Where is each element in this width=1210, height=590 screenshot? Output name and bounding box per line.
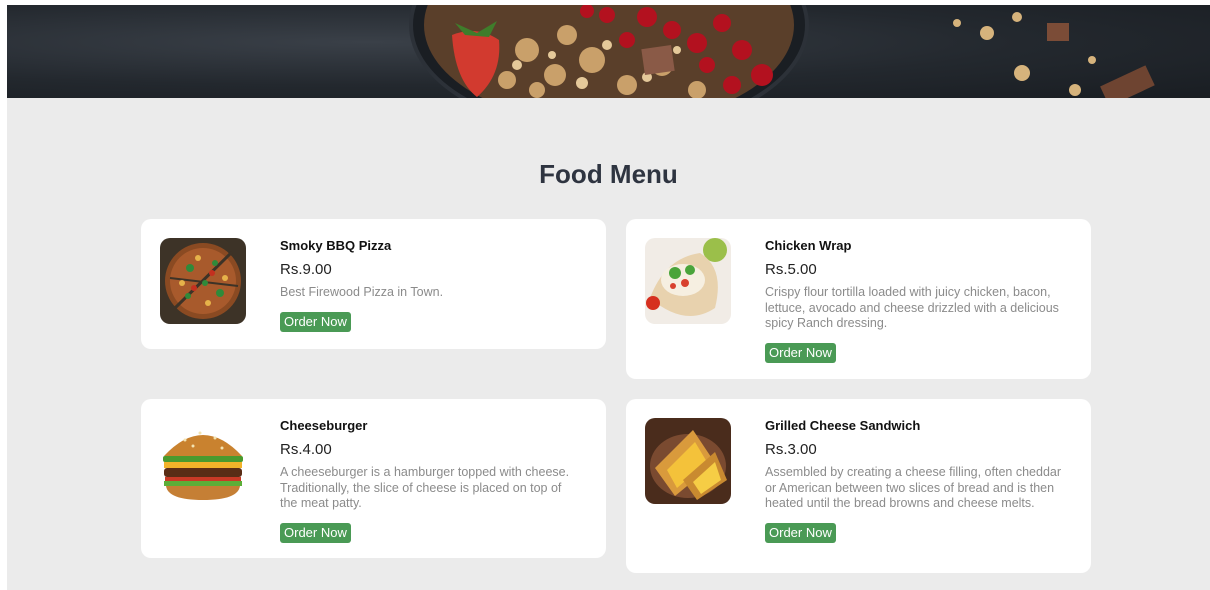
menu-card-grilled-cheese-sandwich: Grilled Cheese Sandwich Rs.3.00 Assemble…: [626, 399, 1091, 573]
hero-banner-image: [409, 5, 1155, 98]
order-now-button[interactable]: Order Now: [280, 522, 351, 543]
order-now-button[interactable]: Order Now: [280, 311, 351, 332]
page-title: Food Menu: [539, 159, 678, 189]
item-description: Crispy flour tortilla loaded with juicy …: [765, 285, 1059, 330]
grilled-cheese-sandwich-image: [645, 418, 731, 504]
item-name: Smoky BBQ Pizza: [280, 238, 392, 253]
order-now-button[interactable]: Order Now: [765, 342, 836, 363]
menu-page: Food Menu Smoky BBQ Pizza Rs.9.00 Best F…: [7, 5, 1210, 590]
item-price: Rs.5.00: [765, 261, 817, 278]
item-description: Assembled by creating a cheese filling, …: [765, 465, 1062, 510]
cheeseburger-image: [160, 418, 246, 504]
item-description: Best Firewood Pizza in Town.: [280, 285, 444, 299]
item-name: Chicken Wrap: [765, 238, 852, 253]
item-name: Cheeseburger: [280, 418, 368, 433]
order-now-button[interactable]: Order Now: [765, 522, 836, 543]
item-price: Rs.3.00: [765, 441, 817, 458]
menu-card-chicken-wrap: Chicken Wrap Rs.5.00 Crispy flour tortil…: [626, 219, 1091, 379]
item-price: Rs.9.00: [280, 261, 332, 278]
menu-card-smoky-bbq-pizza: Smoky BBQ Pizza Rs.9.00 Best Firewood Pi…: [141, 219, 606, 349]
item-name: Grilled Cheese Sandwich: [765, 418, 921, 433]
menu-card-cheeseburger: Cheeseburger Rs.4.00 A cheeseburger is a…: [141, 399, 606, 558]
item-description: A cheeseburger is a hamburger topped wit…: [280, 465, 570, 510]
chicken-wrap-image: [645, 238, 731, 324]
pizza-image: [160, 238, 246, 324]
item-price: Rs.4.00: [280, 441, 332, 458]
hero-banner: [7, 5, 1210, 98]
